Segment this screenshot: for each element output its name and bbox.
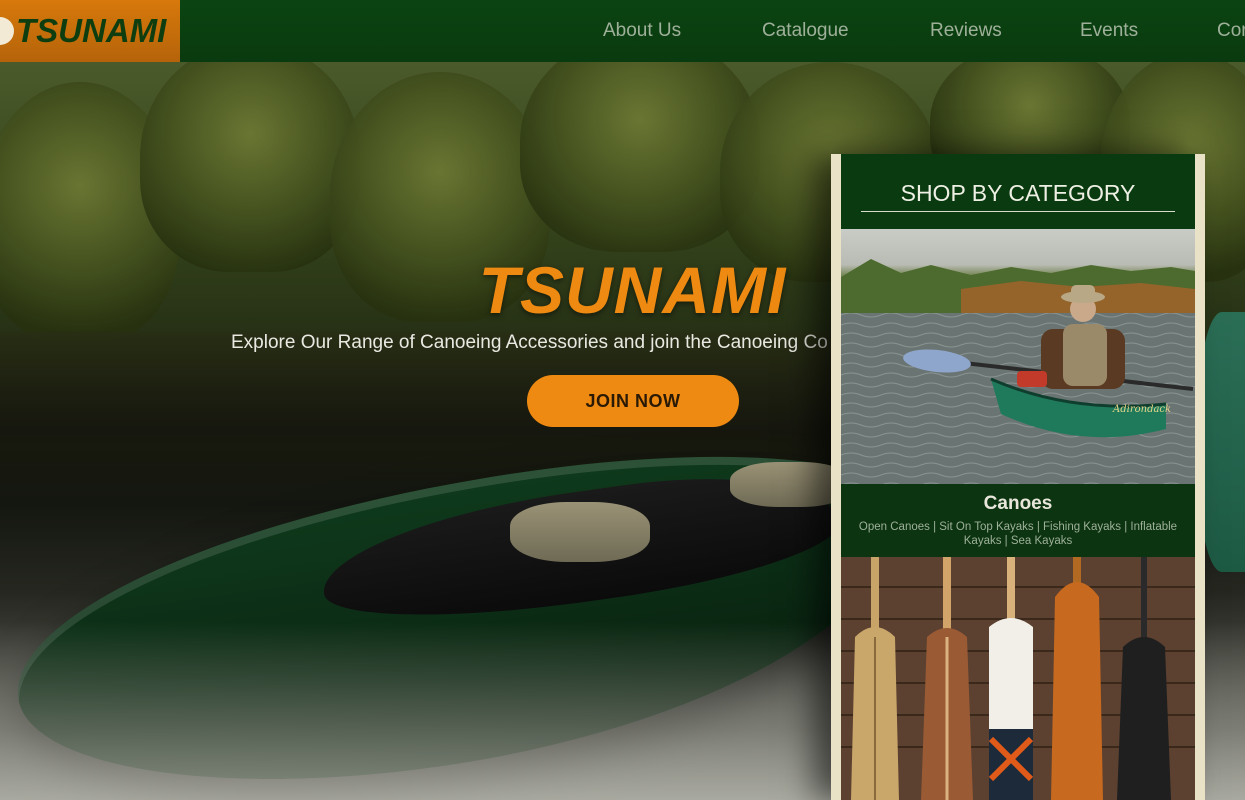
join-now-button[interactable]: JOIN NOW <box>527 375 739 427</box>
hero-subtitle: Explore Our Range of Canoeing Accessorie… <box>231 332 828 353</box>
category-caption-canoes[interactable]: Canoes Open Canoes | Sit On Top Kayaks |… <box>841 484 1195 557</box>
background-canoe-side <box>1198 312 1245 572</box>
canoe-brand-label: Adirondack <box>1112 404 1171 415</box>
canoeist-illustration: Adirondack <box>841 259 1195 484</box>
category-name[interactable]: Canoes <box>841 493 1195 515</box>
category-image-canoes[interactable]: Adirondack <box>841 229 1195 484</box>
main-nav: About Us Catalogue Reviews Events Cor <box>0 0 1245 62</box>
shop-panel-title: SHOP BY CATEGORY <box>861 180 1175 212</box>
category-image-paddles[interactable] <box>841 557 1195 800</box>
shop-panel-header: SHOP BY CATEGORY <box>841 154 1195 229</box>
nav-item-catalogue[interactable]: Catalogue <box>762 20 849 42</box>
category-subcategories: Open Canoes | Sit On Top Kayaks | Fishin… <box>858 521 1178 547</box>
nav-item-contact[interactable]: Cor <box>1217 20 1245 42</box>
canoe-seat <box>510 502 650 562</box>
nav-item-events[interactable]: Events <box>1080 20 1138 42</box>
page: TSUNAMI About Us Catalogue Reviews Event… <box>0 0 1245 800</box>
nav-item-about-us[interactable]: About Us <box>603 20 681 42</box>
site-header: TSUNAMI About Us Catalogue Reviews Event… <box>0 0 1245 62</box>
nav-item-reviews[interactable]: Reviews <box>930 20 1002 42</box>
paddles-illustration <box>841 557 1195 800</box>
tree-foliage <box>140 62 360 272</box>
shop-by-category-panel: SHOP BY CATEGORY Adirondack Canoes Open … <box>831 154 1205 800</box>
